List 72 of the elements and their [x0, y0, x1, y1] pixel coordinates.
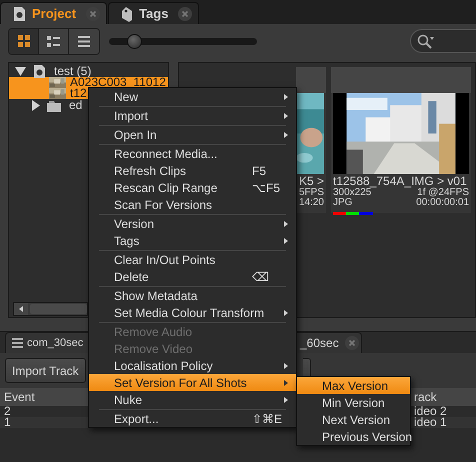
tab[interactable]: Project	[0, 2, 108, 24]
view-switcher[interactable]	[8, 28, 100, 54]
close-icon[interactable]	[344, 336, 359, 350]
close-icon[interactable]	[178, 6, 192, 20]
clip-item[interactable]: A023C003_11012	[9, 77, 168, 88]
sequence-tab[interactable]: _60sec	[297, 332, 362, 353]
clip-item[interactable]: t12	[9, 88, 89, 99]
clip-name: t12588_754A_IMG > v01	[332, 174, 467, 188]
scrollbar[interactable]	[13, 302, 88, 316]
menu-item[interactable]: Min Version	[297, 394, 410, 411]
folder-icon	[47, 98, 61, 112]
menu-item[interactable]: Delete ⌫	[89, 268, 296, 285]
tag-icon	[121, 6, 134, 22]
collapse-arrow-icon[interactable]	[14, 66, 26, 76]
menu-item[interactable]: New	[89, 88, 296, 105]
column-header[interactable]: Event	[4, 390, 35, 404]
card-header	[296, 67, 326, 93]
bin-label[interactable]: test (5)	[54, 65, 92, 77]
shortcut-label: ⌥F5	[252, 180, 280, 194]
menu-item[interactable]: Clear In/Out Points	[89, 251, 296, 268]
clip-frames: 1f @24FPS	[417, 188, 469, 198]
document-icon	[13, 6, 26, 22]
menu-item[interactable]: Export... ⇧⌘E	[89, 410, 296, 427]
menu-item[interactable]: Version	[89, 215, 296, 232]
menu-item[interactable]: Show Metadata	[89, 287, 296, 304]
clip-timecode: 00:00:00:01	[416, 198, 469, 208]
shortcut-label: ⌫	[252, 270, 269, 284]
menu-item[interactable]: Nuke	[89, 391, 296, 408]
menu-item[interactable]: Localisation Policy	[89, 357, 296, 374]
list-icon	[47, 36, 60, 46]
shortcut-label: F5	[252, 164, 266, 178]
menu-icon	[78, 36, 90, 46]
menu-item[interactable]: Next Version	[297, 411, 410, 428]
menu-item[interactable]: Previous Version	[297, 428, 410, 445]
menu-item[interactable]: Max Version	[297, 377, 410, 394]
search-field[interactable]	[410, 29, 476, 53]
clip-card[interactable]: t12588_754A_IMG > v01 300x225 1f @24FPS JPG 00:00:00:01	[331, 67, 471, 213]
view-button[interactable]	[9, 28, 39, 54]
menu-item[interactable]: Reconnect Media...	[89, 145, 296, 162]
column-header[interactable]: rack	[414, 390, 437, 404]
clip-format: JPG	[333, 198, 352, 208]
menu-item[interactable]: Import	[89, 107, 296, 124]
menu-item[interactable]: Scan For Versions	[89, 196, 296, 213]
sequence-tab[interactable]: com_30sec	[5, 332, 88, 353]
table-cell: ideo 1	[414, 415, 447, 429]
clip-size: 300x225	[333, 188, 372, 198]
expand-arrow-icon[interactable]	[32, 100, 40, 110]
table-cell: ideo 2	[414, 404, 447, 418]
grid-icon	[18, 35, 30, 47]
scroll-left-icon[interactable]	[14, 303, 28, 315]
table-cell: 2	[4, 404, 11, 418]
table-cell: 1	[4, 415, 11, 429]
menu-item[interactable]: Refresh Clips F5	[89, 162, 296, 179]
menu-item[interactable]: Set Version For All Shots	[89, 374, 296, 391]
channel-bar-drawing	[333, 212, 373, 215]
slider-thumb[interactable]	[127, 34, 142, 48]
menu-item[interactable]: Open In	[89, 126, 296, 143]
view-button[interactable]	[39, 28, 69, 54]
clip-name: K5 >	[298, 174, 325, 188]
tab[interactable]: Tags	[108, 2, 200, 24]
clip-timecode: 14:20	[298, 198, 324, 208]
search-icon[interactable]	[417, 34, 435, 48]
menu-item[interactable]: Set Media Colour Transform	[89, 304, 296, 321]
menu-item[interactable]: Tags	[89, 232, 296, 249]
import-track-button[interactable]: Import Track	[5, 358, 86, 383]
bin-label[interactable]: ed	[69, 99, 82, 111]
clip-frames: 5FPS	[298, 188, 324, 198]
clip-card[interactable]: K5 > 5FPS 14:20	[296, 67, 326, 213]
menu-icon[interactable]	[12, 338, 23, 348]
shortcut-label: ⇧⌘E	[252, 412, 282, 426]
view-button[interactable]	[69, 28, 99, 54]
menu-item[interactable]: Rescan Clip Range ⌥F5	[89, 179, 296, 196]
